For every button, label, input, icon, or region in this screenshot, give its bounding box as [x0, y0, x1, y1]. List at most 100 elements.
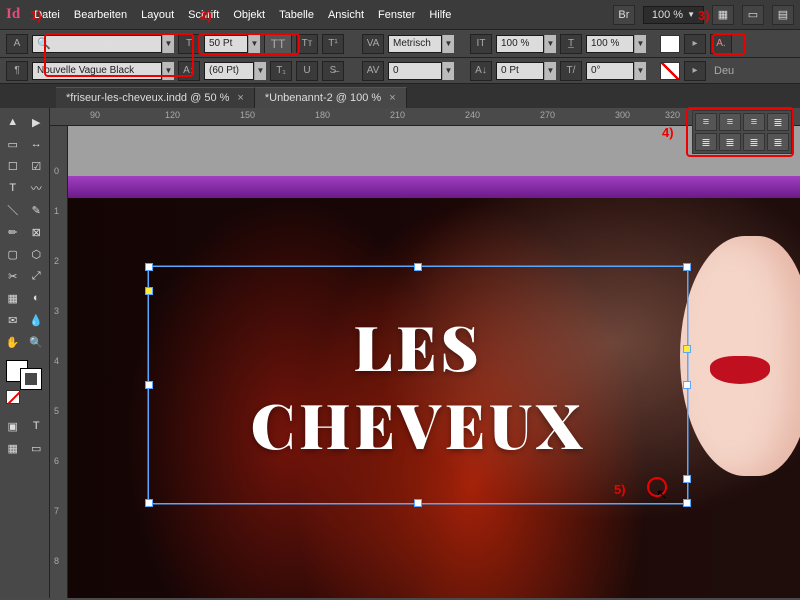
normal-view-icon[interactable]: ▦: [2, 438, 24, 458]
justify-full-icon[interactable]: ≣: [767, 133, 789, 151]
screen-mode-icon[interactable]: ▭: [742, 5, 764, 25]
close-tab-icon[interactable]: ×: [237, 92, 243, 104]
rectangle-frame-icon[interactable]: ⊠: [26, 222, 48, 242]
font-family-arrow[interactable]: ▼: [162, 35, 174, 53]
gradient-swatch-icon[interactable]: ▦: [2, 288, 24, 308]
gap-tool-icon[interactable]: ↔: [26, 134, 48, 154]
all-caps-button[interactable]: TT: [264, 34, 292, 54]
vscale-field[interactable]: 100 %: [496, 35, 544, 53]
menu-layout[interactable]: Layout: [141, 9, 174, 21]
content-placer-icon[interactable]: ☑: [26, 156, 48, 176]
leading-arrow[interactable]: ▼: [254, 62, 266, 80]
character-mode-icon[interactable]: A: [6, 34, 28, 54]
superscript-icon[interactable]: T¹: [322, 34, 344, 54]
frame-handle[interactable]: [414, 499, 422, 507]
page-tool-icon[interactable]: ▭: [2, 134, 24, 154]
apply-text-icon[interactable]: T: [26, 416, 48, 436]
canvas-area[interactable]: 90 120 150 180 210 240 270 300 320 350 0…: [50, 108, 800, 598]
frame-handle[interactable]: [145, 381, 153, 389]
tracking-field[interactable]: 0: [388, 62, 442, 80]
stroke-flyout-icon[interactable]: ▸: [684, 61, 706, 81]
zoom-level[interactable]: 100 %▼: [643, 6, 704, 24]
frame-handle[interactable]: [414, 263, 422, 271]
font-family-field[interactable]: 🔍Nouvelle Vague: [32, 35, 162, 53]
frame-handle[interactable]: [683, 381, 691, 389]
menu-fenster[interactable]: Fenster: [378, 9, 415, 21]
content-collector-icon[interactable]: ☐: [2, 156, 24, 176]
font-style-field[interactable]: Nouvelle Vague Black: [32, 62, 162, 80]
align-center-icon[interactable]: ≡: [719, 113, 741, 131]
strikethrough-icon[interactable]: S̶: [322, 61, 344, 81]
font-size-arrow[interactable]: ▼: [248, 35, 260, 53]
char-formats-icon[interactable]: A.: [710, 34, 732, 54]
skew-field[interactable]: 0°: [586, 62, 634, 80]
zoom-tool-icon[interactable]: 🔍: [26, 332, 48, 352]
fill-flyout-icon[interactable]: ▸: [684, 34, 706, 54]
fill-stroke-swatch[interactable]: [6, 360, 42, 390]
stroke-color-swatch[interactable]: [660, 62, 680, 80]
justify-center-icon[interactable]: ≣: [719, 133, 741, 151]
polygon-tool-icon[interactable]: ⬡: [26, 244, 48, 264]
baseline-field[interactable]: 0 Pt: [496, 62, 544, 80]
preview-view-icon[interactable]: ▭: [26, 438, 48, 458]
doc-tab-1[interactable]: *friseur-les-cheveux.indd @ 50 %×: [56, 87, 255, 108]
pen-tool-icon[interactable]: ✎: [26, 200, 48, 220]
direct-selection-tool-icon[interactable]: ▶: [26, 112, 48, 132]
free-transform-icon[interactable]: ⤢: [26, 266, 48, 286]
pencil-tool-icon[interactable]: ✏: [2, 222, 24, 242]
paragraph-mode-icon[interactable]: ¶: [6, 61, 28, 81]
text-content[interactable]: LES CHEVEUX: [149, 267, 687, 503]
menu-bearbeiten[interactable]: Bearbeiten: [74, 9, 127, 21]
close-tab-icon[interactable]: ×: [389, 92, 395, 104]
leading-field[interactable]: (60 Pt): [204, 62, 254, 80]
tracking-arrow[interactable]: ▼: [442, 62, 454, 80]
menu-tabelle[interactable]: Tabelle: [279, 9, 314, 21]
type-tool-icon[interactable]: T: [2, 178, 24, 198]
pasteboard[interactable]: LES CHEVEUX: [68, 126, 800, 598]
frame-handle[interactable]: [683, 345, 691, 353]
apply-color-icon[interactable]: ▣: [2, 416, 24, 436]
align-left-icon[interactable]: ≡: [695, 113, 717, 131]
type-on-path-icon[interactable]: 〰: [26, 178, 48, 198]
gradient-feather-icon[interactable]: ◐: [26, 288, 48, 308]
fill-color-swatch[interactable]: [660, 35, 680, 53]
hscale-field[interactable]: 100 %: [586, 35, 634, 53]
rectangle-tool-icon[interactable]: ▢: [2, 244, 24, 264]
arrange-icon[interactable]: ▤: [772, 5, 794, 25]
subscript-icon[interactable]: T₁: [270, 61, 292, 81]
bridge-button[interactable]: Br: [613, 5, 635, 25]
frame-handle[interactable]: [683, 499, 691, 507]
kerning-arrow[interactable]: ▼: [442, 35, 454, 53]
small-caps-icon[interactable]: Tᴛ: [296, 34, 318, 54]
frame-handle[interactable]: [683, 263, 691, 271]
language-label[interactable]: Deu: [714, 65, 734, 77]
align-right-icon[interactable]: ≡: [743, 113, 765, 131]
document-page[interactable]: LES CHEVEUX: [68, 176, 800, 598]
out-port[interactable]: [683, 475, 691, 483]
menu-objekt[interactable]: Objekt: [233, 9, 265, 21]
menu-ansicht[interactable]: Ansicht: [328, 9, 364, 21]
text-frame[interactable]: LES CHEVEUX: [148, 266, 688, 504]
selection-tool-icon[interactable]: ▲: [2, 112, 24, 132]
frame-handle[interactable]: [145, 499, 153, 507]
kerning-field[interactable]: Metrisch: [388, 35, 442, 53]
vscale-arrow[interactable]: ▼: [544, 35, 556, 53]
underline-icon[interactable]: U: [296, 61, 318, 81]
ruler-vertical[interactable]: 0 1 2 3 4 5 6 7 8: [50, 126, 68, 598]
justify-all-icon[interactable]: ≣: [767, 113, 789, 131]
scissors-tool-icon[interactable]: ✂: [2, 266, 24, 286]
baseline-arrow[interactable]: ▼: [544, 62, 556, 80]
justify-right-icon[interactable]: ≣: [743, 133, 765, 151]
justify-left-icon[interactable]: ≣: [695, 133, 717, 151]
font-size-field[interactable]: 50 Pt: [204, 35, 248, 53]
in-port[interactable]: [145, 287, 153, 295]
doc-tab-2[interactable]: *Unbenannt-2 @ 100 %×: [255, 87, 407, 108]
view-options-icon[interactable]: ▦: [712, 5, 734, 25]
menu-hilfe[interactable]: Hilfe: [429, 9, 451, 21]
frame-handle[interactable]: [145, 263, 153, 271]
font-style-arrow[interactable]: ▼: [162, 62, 174, 80]
hand-tool-icon[interactable]: ✋: [2, 332, 24, 352]
ruler-horizontal[interactable]: 90 120 150 180 210 240 270 300 320 350: [50, 108, 800, 126]
note-tool-icon[interactable]: ✉: [2, 310, 24, 330]
hscale-arrow[interactable]: ▼: [634, 35, 646, 53]
